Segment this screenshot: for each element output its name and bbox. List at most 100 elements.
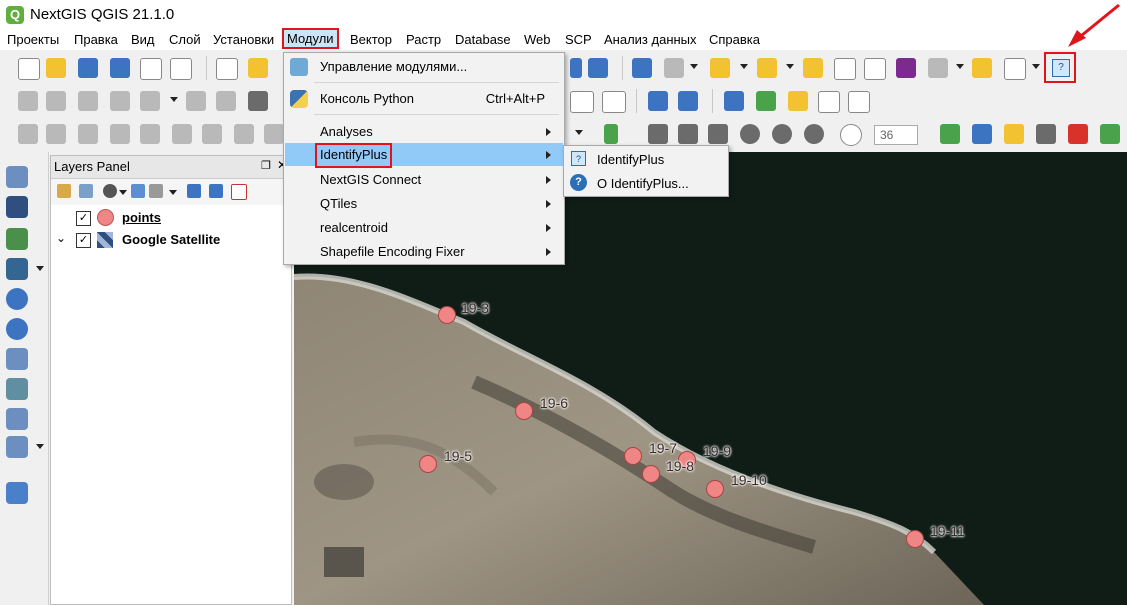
expand-all-icon[interactable] <box>187 184 201 198</box>
menu-database[interactable]: Database <box>455 32 511 47</box>
submenu-item-identifyplus[interactable]: ? IdentifyPlus <box>565 147 727 171</box>
map-point[interactable] <box>419 455 437 473</box>
add-group-icon[interactable] <box>79 184 93 198</box>
menu-help[interactable]: Справка <box>709 32 760 47</box>
submenu-item-about-identifyplus[interactable]: ? О IdentifyPlus... <box>565 171 727 195</box>
digitize-2-icon[interactable] <box>172 124 192 144</box>
deselect-icon[interactable] <box>803 58 823 78</box>
remove-layer-icon[interactable] <box>231 184 247 200</box>
layers-stack-icon[interactable] <box>940 124 960 144</box>
tree-icon[interactable] <box>604 124 618 144</box>
menu-item-identifyplus[interactable]: IdentifyPlus <box>285 143 563 168</box>
puzzle-plugin-icon[interactable] <box>1004 124 1024 144</box>
menu-data-analysis[interactable]: Анализ данных <box>604 32 697 47</box>
select-by-expression-icon[interactable] <box>757 58 777 78</box>
layer-row-points[interactable]: ✓ points <box>51 208 291 228</box>
menu-web[interactable]: Web <box>524 32 551 47</box>
digitize-3-icon[interactable] <box>202 124 222 144</box>
menu-item-qtiles[interactable]: QTiles <box>285 192 563 215</box>
float-panel-icon[interactable]: ❐ <box>261 159 271 172</box>
label-abc-icon[interactable] <box>570 91 594 113</box>
spiral-icon[interactable] <box>840 124 862 146</box>
digitize-5-icon[interactable] <box>264 124 284 144</box>
menu-vector[interactable]: Вектор <box>350 32 392 47</box>
refresh-icon[interactable] <box>588 58 608 78</box>
menu-edit[interactable]: Правка <box>74 32 118 47</box>
shape-dotted-square-2-icon[interactable] <box>708 124 728 144</box>
add-delimited-text-icon[interactable] <box>6 228 28 250</box>
collapse-all-icon[interactable] <box>209 184 223 198</box>
map-point[interactable] <box>642 465 660 483</box>
digitize-4-icon[interactable] <box>234 124 254 144</box>
identify-features-icon[interactable] <box>632 58 652 78</box>
scale-ratio-icon[interactable] <box>1100 124 1120 144</box>
field-calculator-icon[interactable] <box>864 58 886 80</box>
shape-circle-2-icon[interactable] <box>804 124 824 144</box>
save-project-icon[interactable] <box>78 58 98 78</box>
undo-icon[interactable] <box>78 124 98 144</box>
grid-palette-icon[interactable] <box>848 91 870 113</box>
save-edits-icon[interactable] <box>78 91 98 111</box>
menu-item-analyses[interactable]: Analyses <box>285 120 563 143</box>
menu-projects[interactable]: Проекты <box>7 32 59 47</box>
visibility-eye-icon[interactable] <box>103 184 117 198</box>
add-mesh-icon[interactable] <box>6 408 28 430</box>
download-arrow-icon[interactable] <box>972 124 992 144</box>
toggle-editing-icon[interactable] <box>46 91 66 111</box>
python-console-icon[interactable] <box>724 91 744 111</box>
menu-settings[interactable]: Установки <box>213 32 274 47</box>
pan-to-selection-icon[interactable] <box>248 58 268 78</box>
menu-raster[interactable]: Растр <box>406 32 441 47</box>
web-globe-2-icon[interactable] <box>678 91 698 111</box>
map-point[interactable] <box>706 480 724 498</box>
new-layer-icon[interactable] <box>6 436 28 458</box>
segments-spinbox[interactable]: 36 <box>874 125 918 145</box>
attribute-table-icon[interactable] <box>834 58 856 80</box>
map-tips-icon[interactable] <box>972 58 992 78</box>
menu-view[interactable]: Вид <box>131 32 155 47</box>
add-spatialite-icon[interactable] <box>6 378 28 400</box>
identifyplus-toolbar-icon[interactable]: ? <box>1052 59 1070 77</box>
current-edits-icon[interactable] <box>18 91 38 111</box>
menu-layer[interactable]: Слой <box>169 32 201 47</box>
layer-styling-icon[interactable] <box>57 184 71 198</box>
expand-chevron-icon[interactable]: ⌄ <box>56 231 66 245</box>
menu-item-nextgis-connect[interactable]: NextGIS Connect <box>285 168 563 191</box>
menu-item-python-console[interactable]: Консоль Python Ctrl+Alt+P <box>285 87 563 110</box>
map-point[interactable] <box>624 447 642 465</box>
move-feature-icon[interactable] <box>186 91 206 111</box>
add-wms-icon[interactable] <box>6 288 28 310</box>
run-action-icon[interactable] <box>664 58 684 78</box>
filter-funnel-icon[interactable] <box>131 184 145 198</box>
map-tool-icon[interactable] <box>570 58 582 78</box>
digitize-1-icon[interactable] <box>140 124 160 144</box>
shape-ellipse-icon[interactable] <box>772 124 792 144</box>
print-layout-icon[interactable] <box>140 58 162 80</box>
add-virtual-layer-icon[interactable] <box>6 348 28 370</box>
shape-square-icon[interactable] <box>648 124 668 144</box>
arrow-in-icon[interactable] <box>1036 124 1056 144</box>
shape-tool-icon[interactable] <box>788 91 808 111</box>
ace-icon[interactable] <box>818 91 840 113</box>
save-as-icon[interactable] <box>110 58 130 78</box>
menu-scp[interactable]: SCP <box>565 32 592 47</box>
snapping-icon[interactable] <box>18 124 38 144</box>
measure-icon[interactable] <box>928 58 948 78</box>
add-point-icon[interactable] <box>110 91 130 111</box>
statistics-sigma-icon[interactable] <box>896 58 916 78</box>
processing-icon[interactable] <box>756 91 776 111</box>
map-point[interactable] <box>515 402 533 420</box>
add-vector-layer-icon[interactable] <box>6 166 28 188</box>
map-point[interactable] <box>906 530 924 548</box>
shape-circle-icon[interactable] <box>740 124 760 144</box>
pan-icon[interactable] <box>216 58 238 80</box>
layout-manager-icon[interactable] <box>170 58 192 80</box>
add-postgis-icon[interactable] <box>6 258 28 280</box>
select-features-icon[interactable] <box>710 58 730 78</box>
label-abc-2-icon[interactable] <box>602 91 626 113</box>
menu-item-shapefile-encoding-fixer[interactable]: Shapefile Encoding Fixer <box>285 240 563 263</box>
layer-checkbox-google-satellite[interactable]: ✓ <box>76 233 91 248</box>
map-point[interactable] <box>438 306 456 324</box>
menu-plugins[interactable]: Модули <box>282 28 339 49</box>
shape-dotted-square-icon[interactable] <box>678 124 698 144</box>
